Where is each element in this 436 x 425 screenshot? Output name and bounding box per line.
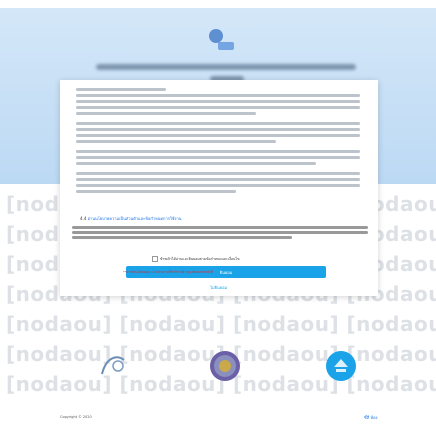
footer-link[interactable]: ซิ์สี่ ห้อง bbox=[364, 414, 377, 421]
policy-text-line bbox=[76, 140, 276, 143]
policy-text-line bbox=[76, 134, 360, 137]
consent-link-prefix: 4.4 bbox=[80, 216, 88, 221]
partner-logo-icon bbox=[101, 356, 125, 375]
policy-text-line bbox=[76, 190, 236, 193]
copyright-text: Copyright © 2020 bbox=[60, 415, 92, 419]
decline-button[interactable]: ไม่ยินยอม bbox=[210, 284, 227, 291]
privacy-policy-link[interactable]: อ่านนโยบายความเป็นส่วนตัวและข้อกำหนดการใ… bbox=[88, 216, 182, 221]
bank-logo-icon bbox=[326, 351, 356, 381]
policy-text-line bbox=[76, 122, 360, 125]
summary-text-line bbox=[72, 231, 368, 234]
policy-text-line bbox=[76, 172, 360, 175]
policy-text-line bbox=[76, 150, 360, 153]
watermark-row: [nodaou] [nodaou] [nodaou] [nodaou] [nod… bbox=[6, 312, 436, 336]
brand-logo-icon bbox=[209, 29, 234, 50]
policy-text-line bbox=[76, 184, 360, 187]
government-seal-icon bbox=[210, 351, 240, 381]
policy-text-line bbox=[76, 88, 166, 91]
policy-text-line bbox=[76, 156, 360, 159]
policy-text-line bbox=[76, 94, 360, 97]
policy-text-line bbox=[76, 100, 360, 103]
consent-checkbox[interactable] bbox=[152, 256, 158, 262]
policy-text-line bbox=[76, 162, 316, 165]
consent-checkbox-row[interactable]: ข้าพเจ้าได้อ่านและยินยอมตามข้อกำหนดและเง… bbox=[152, 256, 240, 262]
summary-text-line bbox=[72, 236, 292, 239]
consent-checkbox-label: ข้าพเจ้าได้อ่านและยินยอมตามข้อกำหนดและเง… bbox=[160, 257, 240, 261]
policy-text-line bbox=[76, 112, 256, 115]
policy-text-line bbox=[76, 178, 360, 181]
consent-card: 4.4 อ่านนโยบายความเป็นส่วนตัวและข้อกำหนด… bbox=[60, 80, 378, 296]
policy-text-line bbox=[76, 128, 360, 131]
summary-text-line bbox=[72, 226, 368, 229]
policy-text-line bbox=[76, 106, 360, 109]
header-title-blur bbox=[96, 64, 356, 70]
consent-link-row: 4.4 อ่านนโยบายความเป็นส่วนตัวและข้อกำหนด… bbox=[80, 216, 360, 221]
decline-note: **หากท่านไม่ยินยอม จะไม่สามารถใช้บริการไ… bbox=[123, 270, 213, 274]
